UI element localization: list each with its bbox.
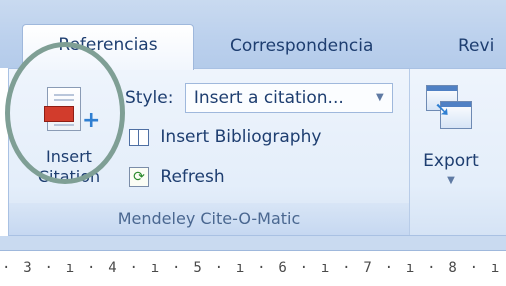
insert-bibliography-label: Insert Bibliography [160,127,322,147]
style-dropdown-value: Insert a citation... [193,88,344,108]
ribbon-tab-bar: Referencias Correspondencia Revi [0,0,506,70]
insert-citation-button[interactable]: + Insert Citation [17,83,121,193]
chevron-down-icon: ▼ [375,92,384,103]
insert-citation-label-2: Citation [37,167,101,186]
ribbon-bottom-strip [0,236,506,250]
refresh-icon: ⟳ [129,167,149,187]
tab-correspondencia[interactable]: Correspondencia [230,28,373,68]
insert-citation-label-1: Insert [46,147,92,166]
group-label: Mendeley Cite-O-Matic [9,203,409,235]
export-button[interactable]: ➘ Export ▼ [411,79,491,199]
refresh-button[interactable]: ⟳ Refresh [129,167,225,187]
tab-review[interactable]: Revi [458,28,494,68]
refresh-label: Refresh [160,167,225,187]
style-row: Style: Insert a citation... ▼ [125,83,393,113]
insert-citation-icon: + [44,87,100,132]
insert-bibliography-button[interactable]: Insert Bibliography [129,127,321,147]
export-icon: ➘ [426,85,472,131]
document-ruler: · 3 · ı · 4 · ı · 5 · ı · 6 · ı · 7 · ı … [0,250,506,286]
export-label: Export [423,151,479,171]
book-icon [129,127,149,147]
ruler-ticks: · 3 · ı · 4 · ı · 5 · ı · 6 · ı · 7 · ı … [2,260,502,276]
style-label: Style: [125,88,174,108]
style-dropdown[interactable]: Insert a citation... ▼ [184,83,393,113]
tab-referencias[interactable]: Referencias [22,24,194,70]
chevron-down-icon: ▼ [447,175,455,186]
ribbon-panel: + Insert Citation Style: Insert a citati… [8,68,506,236]
mendeley-group: + Insert Citation Style: Insert a citati… [9,69,410,235]
